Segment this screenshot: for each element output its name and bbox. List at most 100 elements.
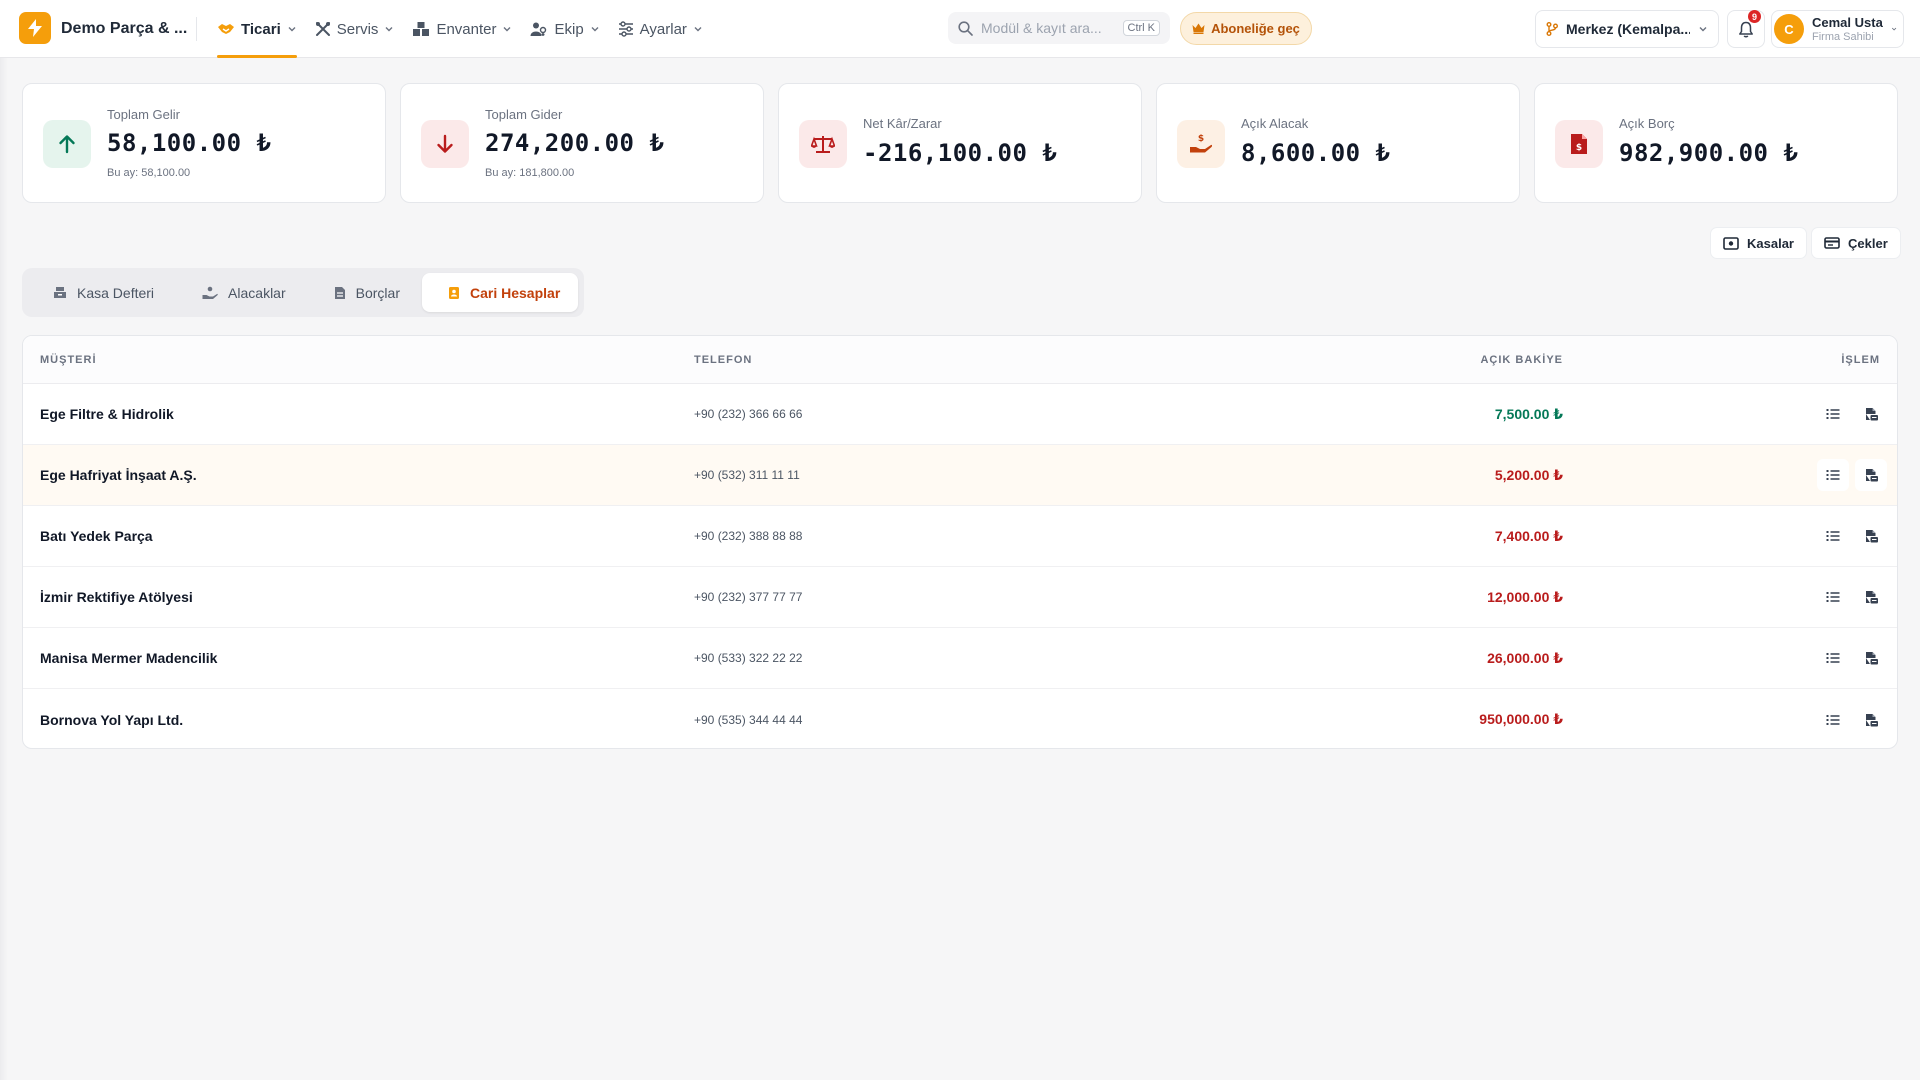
finance-tabs: Kasa Defteri Alacaklar Borçlar Cari Hesa… bbox=[22, 268, 584, 317]
cekler-button[interactable]: Çekler bbox=[1811, 227, 1901, 259]
list-icon bbox=[1826, 592, 1840, 602]
search-icon bbox=[958, 20, 973, 36]
pdf-export-button[interactable] bbox=[1855, 704, 1887, 736]
branch-selector[interactable]: Merkez (Kemalpa... bbox=[1535, 10, 1719, 48]
user-role: Firma Sahibi bbox=[1812, 30, 1874, 43]
pdf-export-button[interactable] bbox=[1855, 459, 1887, 491]
customer-name[interactable]: Ege Filtre & Hidrolik bbox=[23, 406, 694, 422]
customer-name[interactable]: Manisa Mermer Madencilik bbox=[23, 650, 694, 666]
customer-phone: +90 (232) 366 66 66 bbox=[694, 407, 803, 421]
global-search[interactable]: Ctrl K bbox=[948, 12, 1170, 44]
column-customer[interactable]: MÜŞTERİ bbox=[23, 354, 694, 366]
tools-icon bbox=[315, 22, 330, 36]
file-pdf-icon bbox=[1865, 408, 1878, 421]
row-actions bbox=[1563, 459, 1897, 491]
notification-badge: 9 bbox=[1748, 10, 1761, 23]
app-logo[interactable] bbox=[19, 12, 51, 44]
stat-icon-box bbox=[421, 120, 469, 168]
stat-label: Toplam Gider bbox=[485, 107, 563, 122]
svg-text:$: $ bbox=[1198, 134, 1204, 144]
tab-alacaklar[interactable]: Alacaklar bbox=[176, 273, 304, 312]
table-row[interactable]: Ege Hafriyat İnşaat A.Ş. +90 (532) 311 1… bbox=[23, 445, 1897, 506]
list-icon bbox=[1826, 653, 1840, 663]
statement-list-button[interactable] bbox=[1817, 459, 1849, 491]
customer-name[interactable]: İzmir Rektifiye Atölyesi bbox=[23, 589, 694, 605]
pdf-export-button[interactable] bbox=[1855, 520, 1887, 552]
tab-label: Alacaklar bbox=[228, 284, 286, 301]
customer-phone: +90 (232) 388 88 88 bbox=[694, 529, 803, 543]
statement-list-button[interactable] bbox=[1817, 642, 1849, 674]
stat-icon-box bbox=[43, 120, 91, 168]
user-menu[interactable]: C Cemal Usta Firma Sahibi bbox=[1771, 10, 1904, 48]
stat-value: 982,900.00 ₺ bbox=[1619, 139, 1799, 167]
kasalar-button[interactable]: Kasalar bbox=[1710, 227, 1807, 259]
users-icon bbox=[530, 22, 547, 36]
arrow-down-icon bbox=[437, 134, 453, 153]
stat-label: Toplam Gelir bbox=[107, 107, 180, 122]
table-row[interactable]: Bornova Yol Yapı Ltd. +90 (535) 344 44 4… bbox=[23, 689, 1897, 748]
notifications-button[interactable]: 9 bbox=[1727, 10, 1765, 48]
chevron-down-icon bbox=[385, 27, 393, 32]
nav-ticari[interactable]: Ticari bbox=[208, 0, 306, 58]
nav-servis[interactable]: Servis bbox=[306, 0, 404, 58]
statement-list-button[interactable] bbox=[1817, 581, 1849, 613]
company-name[interactable]: Demo Parça & ... bbox=[61, 20, 187, 38]
arrow-up-icon bbox=[59, 135, 75, 154]
table-row[interactable]: Batı Yedek Parça +90 (232) 388 88 88 7,4… bbox=[23, 506, 1897, 567]
customer-balance: 7,400.00 ₺ bbox=[1494, 527, 1563, 544]
chevron-down-icon bbox=[288, 27, 296, 32]
kasalar-label: Kasalar bbox=[1747, 235, 1794, 251]
chevron-down-icon bbox=[503, 27, 511, 32]
row-actions bbox=[1563, 704, 1897, 736]
chevron-down-icon bbox=[591, 27, 599, 32]
left-edge-shade bbox=[0, 58, 8, 1080]
cash-icon bbox=[1723, 236, 1739, 250]
customer-phone: +90 (533) 322 22 22 bbox=[694, 651, 803, 665]
row-actions bbox=[1563, 398, 1897, 430]
column-balance[interactable]: AÇIK BAKİYE bbox=[1294, 354, 1563, 366]
stat-value: 274,200.00 ₺ bbox=[485, 129, 665, 157]
customer-name[interactable]: Bornova Yol Yapı Ltd. bbox=[23, 712, 694, 728]
tab-label: Cari Hesaplar bbox=[470, 284, 561, 301]
list-icon bbox=[1826, 470, 1840, 480]
stat-value: 58,100.00 ₺ bbox=[107, 129, 272, 157]
statement-list-button[interactable] bbox=[1817, 398, 1849, 430]
customer-name[interactable]: Ege Hafriyat İnşaat A.Ş. bbox=[23, 467, 694, 483]
nav-ayarlar-label: Ayarlar bbox=[639, 20, 687, 38]
table-header: MÜŞTERİ TELEFON AÇIK BAKİYE İŞLEM bbox=[23, 336, 1897, 384]
pdf-export-button[interactable] bbox=[1855, 581, 1887, 613]
table-row[interactable]: Ege Filtre & Hidrolik +90 (232) 366 66 6… bbox=[23, 384, 1897, 445]
customer-name[interactable]: Batı Yedek Parça bbox=[23, 528, 694, 544]
user-name: Cemal Usta bbox=[1812, 14, 1883, 30]
stat-card-total-income: Toplam Gelir 58,100.00 ₺ Bu ay: 58,100.0… bbox=[22, 83, 386, 203]
git-branch-icon bbox=[1546, 22, 1558, 36]
nav-ekip-label: Ekip bbox=[554, 20, 584, 38]
invoice-icon bbox=[334, 286, 345, 299]
upgrade-button[interactable]: Aboneliğe geç bbox=[1180, 12, 1312, 45]
stat-label: Açık Borç bbox=[1619, 116, 1675, 131]
list-icon bbox=[1826, 531, 1840, 541]
tab-borclar[interactable]: Borçlar bbox=[308, 273, 418, 312]
column-action: İŞLEM bbox=[1841, 353, 1880, 366]
chevron-down-icon bbox=[1699, 27, 1707, 32]
nav-ekip[interactable]: Ekip bbox=[521, 0, 608, 58]
contact-book-icon bbox=[449, 286, 459, 299]
cekler-label: Çekler bbox=[1848, 235, 1888, 251]
column-phone[interactable]: TELEFON bbox=[694, 354, 1294, 366]
statement-list-button[interactable] bbox=[1817, 520, 1849, 552]
pdf-export-button[interactable] bbox=[1855, 642, 1887, 674]
table-row[interactable]: Manisa Mermer Madencilik +90 (533) 322 2… bbox=[23, 628, 1897, 689]
pdf-export-button[interactable] bbox=[1855, 398, 1887, 430]
search-input[interactable] bbox=[981, 20, 1115, 36]
stat-card-open-receivable: $ Açık Alacak 8,600.00 ₺ bbox=[1156, 83, 1520, 203]
tab-cari-hesaplar[interactable]: Cari Hesaplar bbox=[422, 273, 579, 312]
customer-balance: 950,000.00 ₺ bbox=[1479, 711, 1563, 727]
nav-ayarlar[interactable]: Ayarlar bbox=[609, 0, 712, 58]
table-row[interactable]: İzmir Rektifiye Atölyesi +90 (232) 377 7… bbox=[23, 567, 1897, 628]
tab-kasa-defteri[interactable]: Kasa Defteri bbox=[27, 273, 172, 312]
nav-envanter[interactable]: Envanter bbox=[403, 0, 521, 58]
stat-label: Net Kâr/Zarar bbox=[863, 116, 942, 131]
cash-register-icon bbox=[54, 287, 66, 298]
statement-list-button[interactable] bbox=[1817, 704, 1849, 736]
hand-coin-icon: $ bbox=[1190, 134, 1213, 153]
